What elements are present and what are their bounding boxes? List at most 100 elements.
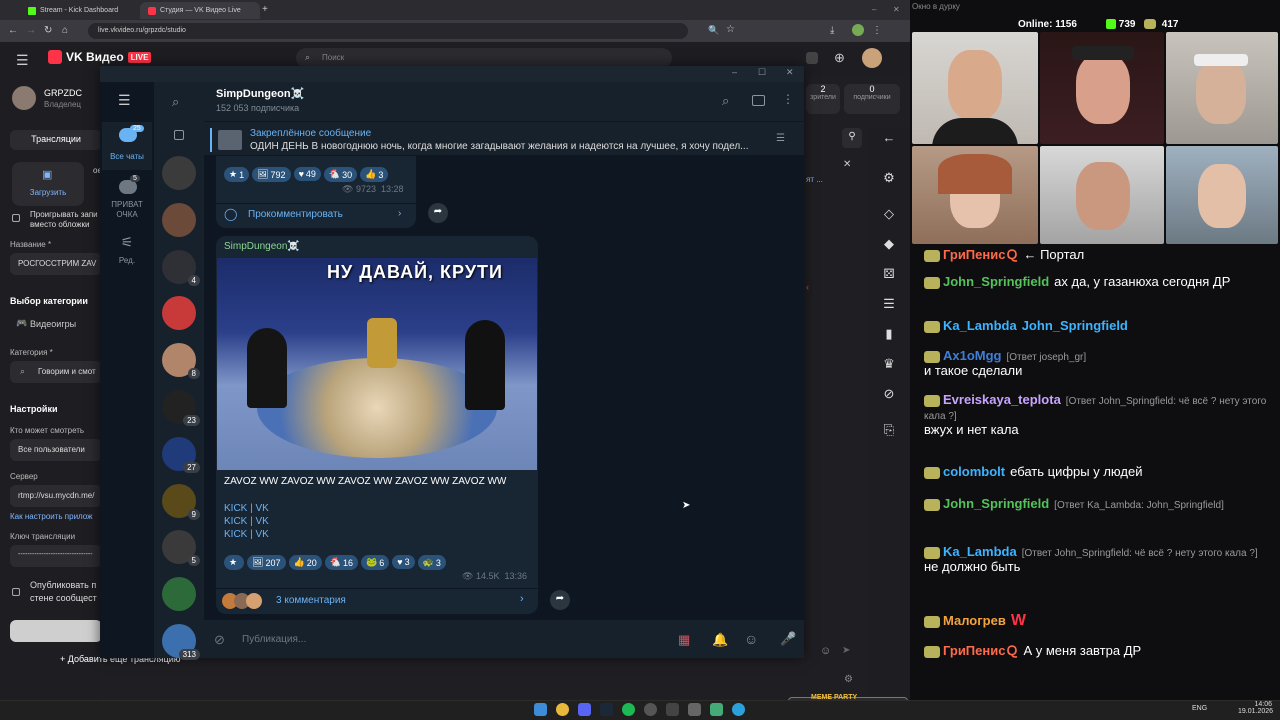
emoji-icon[interactable]: ☺ bbox=[820, 645, 831, 657]
home-icon[interactable]: ⌂ bbox=[62, 25, 68, 36]
spotify-icon[interactable] bbox=[622, 703, 635, 716]
chat-username[interactable]: ГриПенисＱ bbox=[943, 643, 1018, 658]
vk-search-input[interactable]: Поиск bbox=[296, 48, 672, 68]
emoji-icon[interactable]: ☺ bbox=[744, 631, 758, 647]
chat-username[interactable]: John_Springfield bbox=[943, 274, 1049, 289]
tg-menu-icon[interactable]: ☰ bbox=[118, 92, 131, 109]
broadcasts-tab[interactable]: Трансляции bbox=[10, 130, 102, 150]
chat-avatar[interactable] bbox=[162, 156, 196, 190]
dice-icon[interactable]: ⚄ bbox=[880, 266, 898, 284]
app-icon[interactable] bbox=[688, 703, 701, 716]
chat-avatar[interactable] bbox=[162, 577, 196, 612]
send-icon[interactable]: ➤ bbox=[842, 645, 850, 656]
chat-username[interactable]: Ax1oMgg bbox=[943, 348, 1002, 363]
channel-search-icon[interactable]: ⌕ bbox=[722, 93, 729, 109]
more-icon[interactable]: ⋮ bbox=[782, 92, 794, 106]
reaction-chip[interactable]: ★ bbox=[224, 555, 245, 570]
reaction-chip[interactable]: 👍 3 bbox=[360, 167, 389, 182]
tg-search-icon[interactable]: ⌕ bbox=[172, 94, 179, 110]
gear-icon[interactable]: ⚙ bbox=[844, 674, 853, 685]
publish-checkbox[interactable] bbox=[12, 588, 20, 596]
forward-icon[interactable]: → bbox=[26, 25, 36, 36]
download-icon[interactable]: ⤓ bbox=[830, 25, 834, 36]
forward-icon[interactable]: ➦ bbox=[428, 203, 448, 223]
loop-checkbox[interactable] bbox=[12, 214, 20, 222]
reaction-chip[interactable]: 🖼 792 bbox=[252, 167, 291, 182]
tg-maximize-icon[interactable]: ☐ bbox=[758, 67, 766, 78]
tab-vk-studio[interactable]: Студия — VK Видео Live bbox=[140, 2, 260, 19]
chat-avatar[interactable]: 23 bbox=[162, 390, 200, 426]
message-link[interactable]: KICK | VK bbox=[224, 515, 269, 528]
diamond-icon[interactable]: ◇ bbox=[880, 206, 898, 224]
chat-username[interactable]: Ka_Lambda bbox=[943, 318, 1017, 333]
reaction-chip[interactable]: ♥ 3 bbox=[392, 555, 415, 569]
chart-icon[interactable]: ▮ bbox=[880, 326, 898, 344]
tg-close-icon[interactable]: ✕ bbox=[786, 67, 794, 78]
chat-username[interactable]: Evreiskaya_teplota bbox=[943, 392, 1061, 407]
chat-avatar[interactable] bbox=[162, 202, 196, 237]
reaction-chip[interactable]: 👍 20 bbox=[288, 555, 322, 570]
message-link[interactable]: KICK | VK bbox=[224, 528, 269, 541]
chat-off-icon[interactable]: ⊘ bbox=[880, 386, 898, 404]
settings-icon[interactable]: ⚙ bbox=[880, 170, 898, 188]
arrow-left-icon[interactable]: ← bbox=[880, 130, 898, 148]
partial-link[interactable]: ят ... bbox=[806, 175, 823, 184]
list-icon[interactable]: ☰ bbox=[880, 296, 898, 314]
chat-username[interactable]: Ka_Lambda bbox=[943, 544, 1017, 559]
tg-minimize-icon[interactable]: – bbox=[732, 67, 737, 77]
vk-logo[interactable]: VK Видео LIVE bbox=[48, 50, 152, 64]
back-icon[interactable]: ← bbox=[8, 25, 18, 36]
channel-title[interactable]: SimpDungeon☠️ bbox=[216, 87, 304, 100]
profile-avatar[interactable] bbox=[852, 24, 864, 36]
pinned-list-icon[interactable]: ☰ bbox=[776, 133, 785, 144]
minimize-icon[interactable]: – bbox=[872, 5, 876, 14]
bell-icon[interactable]: 🔔 bbox=[712, 632, 728, 648]
forward-icon[interactable]: ➦ bbox=[550, 590, 570, 610]
sidebar-toggle-icon[interactable] bbox=[752, 95, 765, 106]
chat-username[interactable]: colombolt bbox=[943, 464, 1005, 479]
folder-private[interactable]: 5 ПРИВАТ ОЧКА bbox=[102, 174, 152, 224]
hamburger-icon[interactable]: ☰ bbox=[16, 52, 29, 69]
chat-avatar[interactable]: 9 bbox=[162, 483, 200, 520]
attach-icon[interactable]: ⊘ bbox=[214, 632, 225, 648]
key-input[interactable]: -------------------------------- bbox=[10, 545, 102, 567]
who-can-watch-select[interactable]: Все пользователи bbox=[10, 439, 102, 461]
comments-button[interactable]: 3 комментария › bbox=[216, 589, 538, 613]
schedule-icon[interactable]: ▦ bbox=[678, 632, 690, 648]
chat-avatar[interactable]: 313 bbox=[162, 624, 200, 660]
obs-icon[interactable] bbox=[644, 703, 657, 716]
message-author[interactable]: SimpDungeon☠️ bbox=[224, 241, 300, 252]
reaction-chip[interactable]: 🐔 16 bbox=[324, 555, 359, 570]
reaction-chip[interactable]: 🐢 3 bbox=[417, 555, 446, 570]
reaction-chip[interactable]: 🖼 207 bbox=[247, 555, 286, 570]
comment-button[interactable]: ◯ Прокомментировать › bbox=[216, 204, 416, 228]
server-input[interactable]: rtmp://vsu.mycdn.me/ bbox=[10, 485, 102, 507]
close-window-icon[interactable]: ✕ bbox=[893, 5, 900, 14]
clock[interactable]: 14:06 19.01.2026 bbox=[1238, 701, 1273, 715]
user-avatar[interactable] bbox=[862, 48, 882, 68]
chat-username[interactable]: John_Springfield bbox=[943, 496, 1049, 511]
language-indicator[interactable]: ENG bbox=[1192, 705, 1207, 712]
reaction-chip[interactable]: 🐸 6 bbox=[361, 555, 390, 570]
message-input[interactable]: Публикация... bbox=[242, 634, 306, 645]
new-tab-icon[interactable]: + bbox=[262, 4, 268, 15]
url-bar[interactable]: live.vkvideo.ru/grpzdc/studio bbox=[88, 23, 688, 39]
chat-username[interactable]: ГриПенисＱ bbox=[943, 247, 1018, 262]
chat-avatar[interactable]: 4 bbox=[162, 249, 200, 286]
chat-avatar[interactable]: 27 bbox=[162, 436, 200, 473]
pin-icon[interactable]: ⚲ bbox=[842, 128, 862, 148]
app-icon[interactable] bbox=[710, 703, 723, 716]
folder-all-chats[interactable]: 25 Все чаты bbox=[102, 122, 152, 170]
close-panel-icon[interactable]: ✕ bbox=[843, 159, 851, 170]
tab-kick[interactable]: Stream - Kick Dashboard bbox=[20, 2, 138, 19]
log-icon[interactable]: ⎘ bbox=[880, 422, 898, 440]
chat-avatar[interactable]: 5 bbox=[162, 530, 200, 567]
title-input[interactable]: РОСГОССТРИМ ZAV bbox=[10, 253, 102, 275]
notifications-icon[interactable] bbox=[806, 52, 818, 64]
steam-icon[interactable] bbox=[600, 703, 613, 716]
start-button[interactable] bbox=[10, 620, 102, 642]
message-image[interactable]: НУ ДАВАЙ, КРУТИ bbox=[217, 258, 537, 470]
trophy-icon[interactable]: ♛ bbox=[880, 356, 898, 374]
reaction-chip[interactable]: ♥ 49 bbox=[293, 167, 321, 181]
star-icon[interactable]: ☆ bbox=[726, 24, 735, 35]
